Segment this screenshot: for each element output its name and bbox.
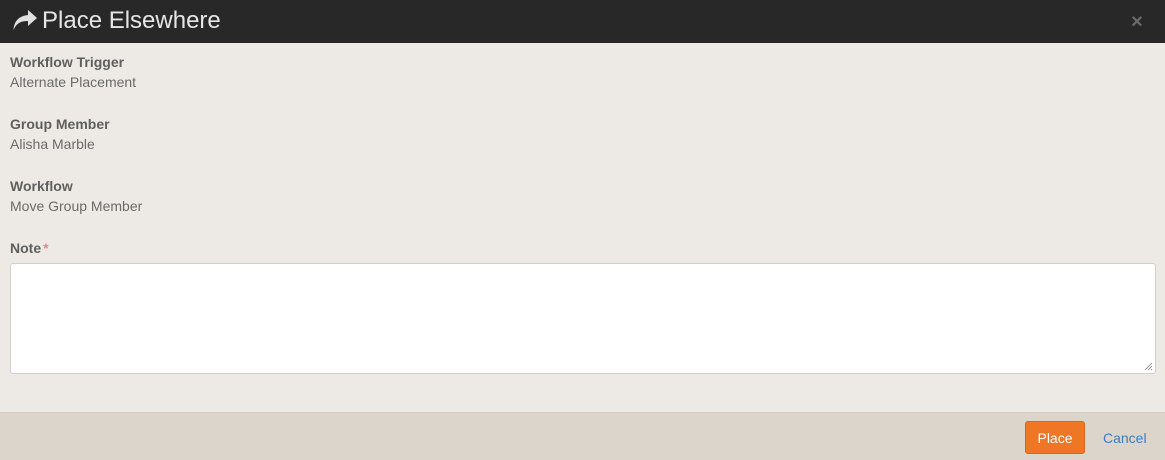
place-button[interactable]: Place bbox=[1025, 421, 1085, 454]
group-member-label: Group Member bbox=[10, 116, 110, 132]
share-icon bbox=[13, 10, 37, 30]
workflow-field: Workflow Move Group Member bbox=[10, 177, 142, 215]
workflow-trigger-value: Alternate Placement bbox=[10, 74, 137, 90]
dialog-title: Place Elsewhere bbox=[42, 7, 221, 34]
dialog-header: Place Elsewhere × bbox=[0, 0, 1165, 43]
group-member-value: Alisha Marble bbox=[10, 136, 95, 152]
group-member-field: Group Member Alisha Marble bbox=[10, 115, 110, 153]
workflow-value: Move Group Member bbox=[10, 198, 143, 214]
workflow-trigger-field: Workflow Trigger Alternate Placement bbox=[10, 53, 136, 91]
dialog-body: Workflow Trigger Alternate Placement Gro… bbox=[0, 43, 1165, 412]
note-field: Note * bbox=[10, 239, 49, 257]
workflow-label: Workflow bbox=[10, 178, 73, 194]
close-icon[interactable]: × bbox=[1127, 12, 1147, 32]
cancel-link[interactable]: Cancel bbox=[1103, 429, 1147, 447]
note-textarea[interactable] bbox=[10, 263, 1156, 374]
resize-grip-icon[interactable] bbox=[1143, 361, 1153, 371]
note-label-text: Note bbox=[10, 240, 42, 256]
workflow-trigger-label: Workflow Trigger bbox=[10, 54, 125, 70]
required-indicator: * bbox=[43, 240, 49, 256]
place-elsewhere-dialog: Place Elsewhere × Workflow Trigger Alter… bbox=[0, 0, 1165, 460]
dialog-footer: Place Cancel bbox=[0, 412, 1165, 460]
note-label: Note * bbox=[10, 239, 49, 257]
